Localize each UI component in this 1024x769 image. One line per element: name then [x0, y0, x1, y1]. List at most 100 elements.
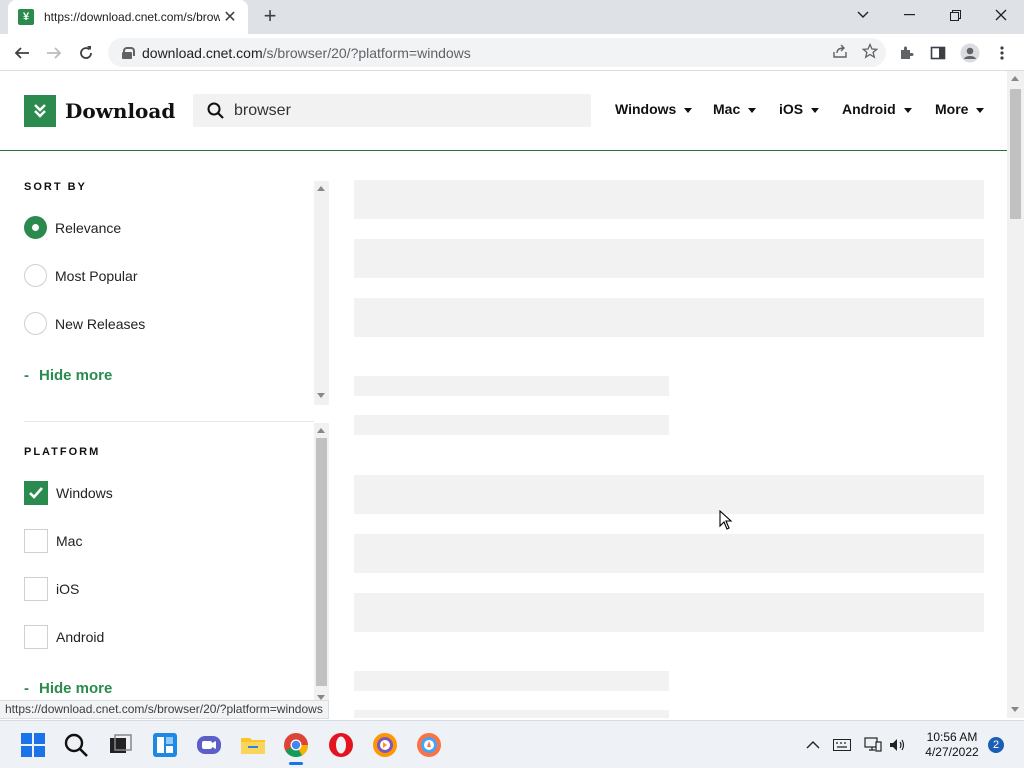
share-icon[interactable]	[832, 43, 848, 63]
opera-icon[interactable]	[328, 732, 354, 758]
checkbox-icon[interactable]	[24, 529, 48, 553]
scroll-up-arrow-icon[interactable]	[1011, 76, 1019, 81]
taskbar-clock[interactable]: 10:56 AM 4/27/2022	[916, 730, 988, 760]
back-button[interactable]	[8, 39, 36, 67]
clock-time: 10:56 AM	[926, 730, 978, 744]
scroll-up-arrow-icon[interactable]	[317, 428, 325, 433]
profile-avatar-icon[interactable]	[956, 39, 984, 67]
bookmark-star-icon[interactable]	[861, 42, 879, 63]
platform-option-label: Android	[56, 629, 105, 645]
sort-relevance[interactable]: Relevance	[24, 216, 121, 239]
skeleton-row	[354, 534, 984, 573]
checkbox-icon[interactable]	[24, 625, 48, 649]
address-bar[interactable]: download.cnet.com/s/browser/20/?platform…	[108, 38, 886, 67]
checkbox-icon[interactable]	[24, 577, 48, 601]
sort-new-releases[interactable]: New Releases	[24, 312, 145, 335]
tab-search-chevron-icon[interactable]	[840, 0, 886, 30]
sort-scrollbar[interactable]	[314, 181, 329, 405]
skeleton-row	[354, 180, 984, 219]
url-domain: download.cnet.com	[142, 44, 263, 61]
reload-button[interactable]	[72, 39, 100, 67]
extensions-icon[interactable]	[892, 39, 920, 67]
mouse-pointer-icon	[719, 510, 733, 530]
lock-icon	[122, 46, 135, 59]
radio-icon[interactable]	[24, 264, 47, 287]
new-tab-button[interactable]: +	[258, 5, 282, 29]
skeleton-line	[354, 671, 669, 691]
task-view-icon[interactable]	[107, 732, 133, 758]
sort-most-popular[interactable]: Most Popular	[24, 264, 137, 287]
tab-title: https://download.cnet.com/s/browser/20/?…	[44, 10, 220, 24]
logo-text[interactable]: Download	[65, 99, 175, 123]
sort-option-label: Relevance	[55, 219, 122, 236]
teams-chat-icon[interactable]	[196, 732, 222, 758]
filter-sidebar: SORT BY Relevance Most Popular New Relea…	[0, 151, 330, 718]
nav-windows[interactable]: Windows	[615, 101, 693, 117]
page-scrollbar[interactable]	[1007, 71, 1024, 718]
scroll-thumb[interactable]	[316, 438, 327, 686]
nav-android[interactable]: Android	[842, 101, 912, 117]
avast-browser-icon[interactable]	[416, 732, 442, 758]
file-explorer-icon[interactable]	[240, 732, 266, 758]
caret-down-icon	[684, 107, 693, 113]
download-logo-icon[interactable]	[24, 95, 56, 127]
site-header: Download Windows Mac iOS Android More	[0, 71, 1007, 151]
tab-close-icon[interactable]: ✕	[222, 7, 238, 27]
tab-strip: ¥ https://download.cnet.com/s/browser/20…	[0, 0, 1024, 34]
show-hidden-icons-chevron-icon[interactable]	[806, 721, 820, 769]
skeleton-row	[354, 239, 984, 278]
search-box[interactable]	[193, 94, 591, 127]
skeleton-row	[354, 593, 984, 632]
volume-icon[interactable]	[889, 721, 907, 769]
nav-more[interactable]: More	[935, 101, 985, 117]
scroll-up-arrow-icon[interactable]	[317, 186, 325, 191]
widgets-icon[interactable]	[152, 732, 178, 758]
platform-option-label: Windows	[56, 485, 113, 501]
platform-windows[interactable]: Windows	[24, 481, 113, 505]
browser-tab[interactable]: ¥ https://download.cnet.com/s/browser/20…	[8, 0, 248, 34]
scroll-down-arrow-icon[interactable]	[317, 393, 325, 398]
platform-title: PLATFORM	[24, 446, 101, 458]
notification-badge[interactable]: 2	[988, 737, 1004, 753]
checkbox-checked-icon[interactable]	[24, 481, 48, 505]
search-input[interactable]	[234, 101, 574, 120]
radio-selected-icon[interactable]	[24, 216, 47, 239]
skeleton-row	[354, 298, 984, 337]
platform-option-label: Mac	[56, 533, 83, 549]
windows-start-icon[interactable]	[20, 732, 46, 758]
sort-hide-more-link[interactable]: - Hide more	[24, 367, 112, 384]
platform-option-label: iOS	[56, 581, 80, 597]
chrome-icon[interactable]	[283, 732, 309, 765]
sort-by-title: SORT BY	[24, 181, 87, 193]
platform-android[interactable]: Android	[24, 625, 104, 649]
forward-button[interactable]	[40, 39, 68, 67]
skeleton-line	[354, 376, 669, 396]
browser-toolbar: download.cnet.com/s/browser/20/?platform…	[0, 34, 1024, 71]
radio-icon[interactable]	[24, 312, 47, 335]
platform-ios[interactable]: iOS	[24, 577, 79, 601]
keyboard-icon[interactable]	[833, 721, 851, 769]
browser-app-icon[interactable]	[372, 732, 398, 758]
nav-ios[interactable]: iOS	[779, 101, 820, 117]
search-taskbar-icon[interactable]	[63, 732, 89, 758]
side-panel-icon[interactable]	[924, 39, 952, 67]
scroll-down-arrow-icon[interactable]	[1011, 707, 1019, 712]
platform-mac[interactable]: Mac	[24, 529, 82, 553]
caret-down-icon	[976, 107, 985, 113]
minimize-button[interactable]	[886, 0, 932, 30]
sort-option-label: Most Popular	[55, 267, 138, 284]
restore-button[interactable]	[932, 0, 978, 30]
status-url-bubble: https://download.cnet.com/s/browser/20/?…	[0, 700, 329, 719]
network-icon[interactable]	[864, 721, 882, 769]
platform-hide-more-link[interactable]: - Hide more	[24, 680, 112, 697]
menu-kebab-icon[interactable]	[988, 39, 1016, 67]
url-path: /s/browser/20/?platform=windows	[262, 44, 471, 61]
caret-down-icon	[748, 107, 757, 113]
page-scroll-thumb[interactable]	[1010, 89, 1021, 219]
clock-date: 4/27/2022	[925, 745, 979, 759]
platform-scrollbar[interactable]	[314, 423, 329, 704]
search-icon	[207, 102, 224, 119]
close-window-button[interactable]	[978, 0, 1024, 30]
taskbar: 10:56 AM 4/27/2022 2	[0, 720, 1024, 768]
nav-mac[interactable]: Mac	[713, 101, 757, 117]
